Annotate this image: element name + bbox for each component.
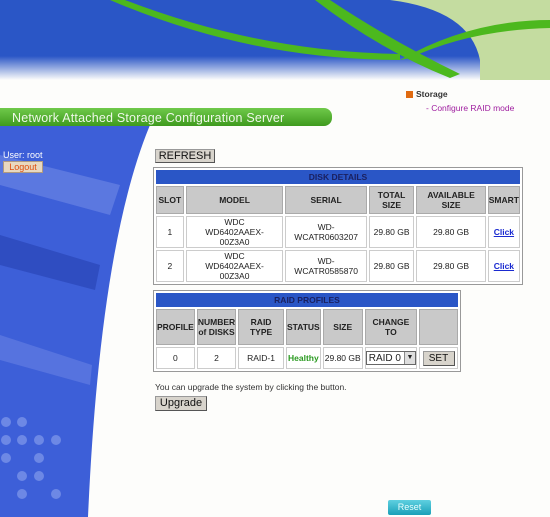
raid-profiles-title: RAID PROFILES: [156, 293, 458, 307]
nav-item-configure-raid[interactable]: - Configure RAID mode: [426, 103, 514, 113]
disks-cell: 2: [196, 347, 237, 369]
col-header: AVAILABLE SIZE: [416, 186, 486, 214]
slot-cell: 2: [156, 250, 184, 282]
col-header: SLOT: [156, 186, 184, 214]
set-button[interactable]: SET: [422, 350, 455, 366]
raid-profiles-table: RAID PROFILES PROFILE NUMBER of DISKS RA…: [153, 290, 461, 372]
header-banner: [0, 0, 550, 80]
smart-link[interactable]: Click: [494, 261, 514, 271]
col-header: STATUS: [285, 309, 321, 345]
table-row: 2 WDC WD6402AAEX-00Z3A0 WD-WCATR0585870 …: [156, 250, 520, 282]
disk-details-table: DISK DETAILS SLOT MODEL SERIAL TOTAL SIZ…: [153, 167, 523, 285]
select-value: RAID 0: [368, 352, 401, 364]
upgrade-message: You can upgrade the system by clicking t…: [155, 382, 347, 392]
nav-section-storage[interactable]: Storage: [416, 89, 448, 99]
col-header: MODEL: [185, 186, 284, 214]
profile-cell: 0: [156, 347, 195, 369]
size-cell: 29.80 GB: [322, 347, 363, 369]
status-badge: Healthy: [285, 347, 321, 369]
reset-button[interactable]: Reset: [388, 500, 431, 515]
model-cell: WDC WD6402AAEX-00Z3A0: [185, 250, 284, 282]
col-header: RAID TYPE: [238, 309, 284, 345]
serial-cell: WD-WCATR0603207: [285, 216, 367, 248]
col-header: CHANGE TO: [364, 309, 417, 345]
chevron-down-icon: ▼: [403, 352, 415, 364]
serial-cell: WD-WCATR0585870: [285, 250, 367, 282]
col-header: TOTAL SIZE: [368, 186, 415, 214]
disk-details-title: DISK DETAILS: [156, 170, 520, 184]
change-to-select[interactable]: RAID 0 ▼: [365, 351, 416, 365]
available-size-cell: 29.80 GB: [416, 216, 486, 248]
model-cell: WDC WD6402AAEX-00Z3A0: [185, 216, 284, 248]
breadcrumb-nav: Storage - Configure RAID mode: [406, 89, 514, 113]
user-label: User: root: [3, 150, 43, 160]
upgrade-button[interactable]: Upgrade: [155, 396, 207, 411]
col-header: SERIAL: [285, 186, 367, 214]
col-header: NUMBER of DISKS: [196, 309, 237, 345]
logout-button[interactable]: Logout: [3, 161, 43, 173]
col-header: PROFILE: [156, 309, 195, 345]
col-header: [419, 309, 458, 345]
col-header: SMART: [487, 186, 520, 214]
slot-cell: 1: [156, 216, 184, 248]
col-header: SIZE: [322, 309, 363, 345]
page-title: Network Attached Storage Configuration S…: [0, 108, 332, 126]
smart-link[interactable]: Click: [494, 227, 514, 237]
available-size-cell: 29.80 GB: [416, 250, 486, 282]
table-row: 0 2 RAID-1 Healthy 29.80 GB RAID 0 ▼ SET: [156, 347, 458, 369]
refresh-button[interactable]: REFRESH: [155, 149, 215, 163]
total-size-cell: 29.80 GB: [368, 250, 415, 282]
storage-icon: [406, 90, 413, 98]
sidebar-image: [0, 125, 150, 517]
table-row: 1 WDC WD6402AAEX-00Z3A0 WD-WCATR0603207 …: [156, 216, 520, 248]
raid-type-cell: RAID-1: [238, 347, 284, 369]
total-size-cell: 29.80 GB: [368, 216, 415, 248]
